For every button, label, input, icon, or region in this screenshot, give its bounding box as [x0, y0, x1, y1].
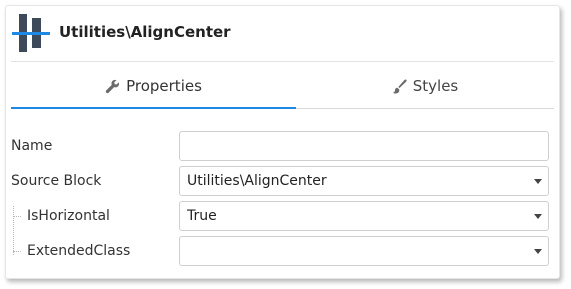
brush-icon	[392, 78, 407, 94]
header-divider	[11, 61, 554, 62]
chevron-down-icon	[534, 179, 542, 184]
ishorizontal-select[interactable]: True	[179, 201, 549, 231]
tab-styles[interactable]: Styles	[296, 63, 554, 109]
page-title: Utilities\AlignCenter	[59, 23, 231, 41]
chevron-down-icon	[534, 249, 542, 254]
tree-connector-vertical	[13, 206, 14, 255]
tree-connector-extendedclass	[13, 251, 21, 252]
properties-panel: Utilities\AlignCenter Properties Styles …	[5, 5, 560, 279]
tree-connector-ishorizontal	[13, 216, 21, 217]
active-tab-indicator	[11, 107, 296, 109]
chevron-down-icon	[534, 214, 542, 219]
source-block-select[interactable]: Utilities\AlignCenter	[179, 166, 549, 196]
extendedclass-select[interactable]	[179, 236, 549, 266]
wrench-icon	[105, 79, 120, 93]
tab-properties[interactable]: Properties	[11, 63, 296, 109]
tabs-divider	[296, 108, 554, 109]
source-block-label: Source Block	[11, 173, 102, 189]
panel-header: Utilities\AlignCenter	[6, 6, 559, 62]
extendedclass-label: ExtendedClass	[27, 243, 131, 259]
ishorizontal-label: IsHorizontal	[27, 208, 110, 224]
source-block-value: Utilities\AlignCenter	[187, 173, 327, 189]
tab-styles-label: Styles	[412, 77, 459, 95]
tab-properties-label: Properties	[126, 77, 202, 95]
ishorizontal-value: True	[187, 208, 217, 224]
name-label: Name	[11, 138, 53, 154]
align-center-icon	[12, 14, 50, 52]
name-input[interactable]	[179, 131, 549, 161]
